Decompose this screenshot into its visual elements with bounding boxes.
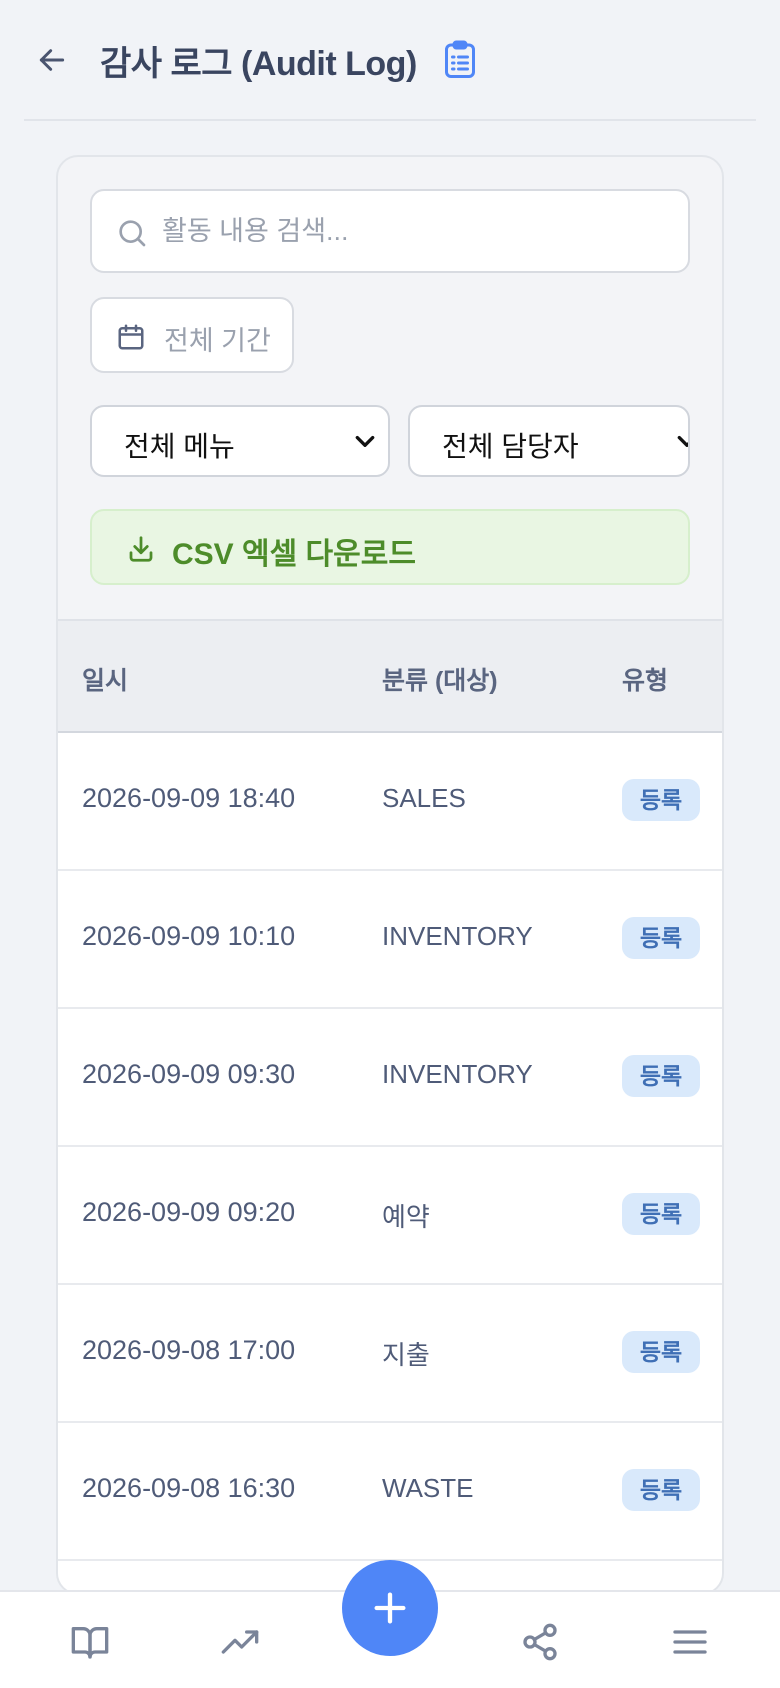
table-row[interactable]: 2026-09-09 09:20 예약 등록 [58, 1147, 722, 1285]
type-badge: 등록 [622, 1193, 700, 1235]
row-date: 2026-09-08 16:30 [82, 1473, 296, 1503]
plus-icon [374, 1592, 406, 1624]
column-header-date[interactable]: 일시 [82, 661, 128, 697]
calendar-icon [118, 324, 144, 350]
staff-select-value: 전체 담당자 [442, 431, 579, 462]
type-badge: 등록 [622, 779, 700, 821]
search-input[interactable] [162, 191, 672, 271]
row-category: SALES [382, 783, 466, 813]
book-icon[interactable] [70, 1622, 110, 1662]
row-category: 예약 [382, 1202, 430, 1232]
clipboard-icon [445, 40, 475, 78]
add-button[interactable] [342, 1560, 438, 1656]
row-category: INVENTORY [382, 1059, 533, 1089]
table-row[interactable]: 2026-09-08 17:00 지출 등록 [58, 1285, 722, 1423]
menu-select[interactable]: 전체 메뉴 [90, 405, 390, 477]
row-date: 2026-09-09 09:20 [82, 1197, 296, 1227]
chevron-down-icon [677, 435, 688, 447]
menu-icon[interactable] [670, 1622, 710, 1662]
table-row[interactable]: 2026-09-09 09:30 INVENTORY 등록 [58, 1009, 722, 1147]
arrow-left-icon [39, 49, 65, 71]
row-date: 2026-09-08 17:00 [82, 1335, 296, 1365]
audit-log-card: 전체 기간 전체 메뉴 전체 담당자 CSV 엑셀 다운로드 일시 분류 (대상… [56, 155, 724, 1595]
table-body: 2026-09-09 18:40 SALES 등록 2026-09-09 10:… [58, 733, 722, 1593]
table-header: 일시 분류 (대상) 유형 [58, 619, 722, 733]
chevron-down-icon [355, 435, 375, 447]
table-row[interactable]: 2026-09-08 16:30 WASTE 등록 [58, 1423, 722, 1561]
share-icon[interactable] [520, 1622, 560, 1662]
row-category: 지출 [382, 1340, 430, 1370]
csv-download-button[interactable]: CSV 엑셀 다운로드 [90, 509, 690, 585]
row-date: 2026-09-09 10:10 [82, 921, 296, 951]
row-date: 2026-09-09 09:30 [82, 1059, 296, 1089]
search-icon [119, 220, 146, 247]
search-box[interactable] [90, 189, 690, 273]
page-title: 감사 로그 (Audit Log) [100, 45, 417, 83]
csv-download-label: CSV 엑셀 다운로드 [172, 538, 416, 571]
table-row[interactable]: 2026-09-09 10:10 INVENTORY 등록 [58, 871, 722, 1009]
type-badge: 등록 [622, 1331, 700, 1373]
row-category: INVENTORY [382, 921, 533, 951]
type-badge: 등록 [622, 1055, 700, 1097]
app-header: 감사 로그 (Audit Log) [24, 0, 756, 121]
column-header-category[interactable]: 분류 (대상) [382, 661, 498, 697]
row-date: 2026-09-09 18:40 [82, 783, 296, 813]
row-category: WASTE [382, 1473, 474, 1503]
date-range-button[interactable]: 전체 기간 [90, 297, 294, 373]
date-range-label: 전체 기간 [164, 326, 271, 356]
menu-select-value: 전체 메뉴 [124, 431, 235, 462]
type-badge: 등록 [622, 917, 700, 959]
download-icon [129, 536, 153, 562]
table-row[interactable]: 2026-09-09 18:40 SALES 등록 [58, 733, 722, 871]
type-badge: 등록 [622, 1469, 700, 1511]
back-button[interactable] [32, 38, 72, 82]
trending-up-icon[interactable] [220, 1622, 260, 1662]
staff-select[interactable]: 전체 담당자 [408, 405, 690, 477]
column-header-type[interactable]: 유형 [622, 661, 668, 697]
